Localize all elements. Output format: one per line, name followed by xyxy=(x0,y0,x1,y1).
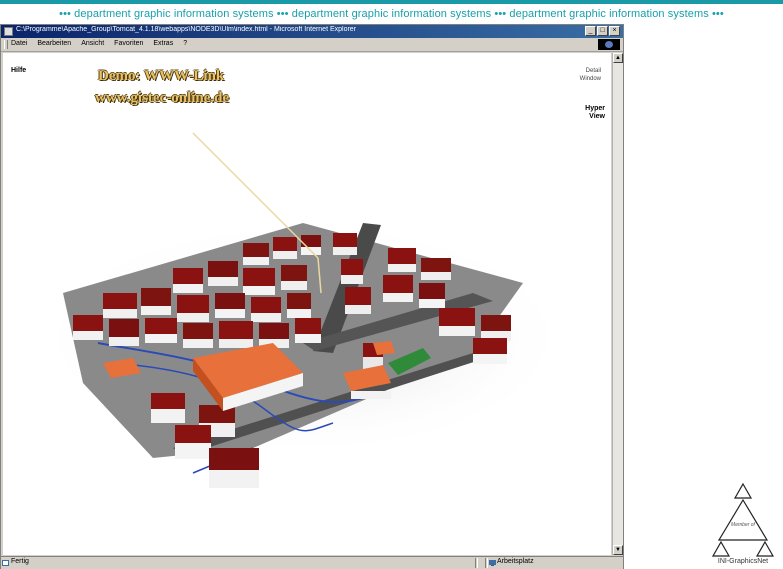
status-text: Fertig xyxy=(11,558,29,565)
hyper-view-link[interactable]: Hyper View xyxy=(585,105,605,121)
menu-item-help[interactable]: ? xyxy=(183,40,187,47)
menu-grip-handle[interactable] xyxy=(4,40,8,49)
status-separator xyxy=(475,558,478,568)
minimize-button[interactable]: _ xyxy=(585,26,596,36)
security-zone-label: Arbeitsplatz xyxy=(497,558,534,565)
scroll-up-arrow-icon[interactable]: ▲ xyxy=(613,53,623,63)
ini-graphicsnet-logo: Member of INI-GraphicsNet xyxy=(703,478,783,565)
status-separator xyxy=(485,558,488,568)
ie-throbber-icon xyxy=(598,39,620,50)
help-link[interactable]: Hilfe xyxy=(11,67,26,74)
menu-bar: Datei Bearbeiten Ansicht Favoriten Extra… xyxy=(1,38,623,52)
vertical-scrollbar[interactable]: ▲ ▼ xyxy=(612,53,623,555)
page-done-icon xyxy=(2,560,9,566)
logo-member-text: Member of xyxy=(731,522,755,528)
detail-window-label-line2: Window xyxy=(579,76,601,82)
triangle-logo-icon xyxy=(711,482,775,557)
menu-item-favoriten[interactable]: Favoriten xyxy=(114,40,143,47)
logo-name-text: INI-GraphicsNet xyxy=(717,558,769,565)
demo-link-title[interactable]: Demo: WWW-Link xyxy=(98,68,224,85)
demo-link-url[interactable]: www.gistec-online.de xyxy=(95,90,229,107)
top-banner: ••• department graphic information syste… xyxy=(0,0,783,22)
scroll-down-arrow-icon[interactable]: ▼ xyxy=(613,545,623,555)
status-bar: Fertig Arbeitsplatz xyxy=(1,556,623,569)
hyper-view-label-line2: View xyxy=(589,113,605,120)
title-bar[interactable]: C:\Programme\Apache_Group\Tomcat_4.1.18\… xyxy=(1,25,623,38)
close-button[interactable]: × xyxy=(609,26,620,36)
page-content: Hilfe Detail Window Hyper View Demo: WWW… xyxy=(3,53,611,555)
banner-top-line xyxy=(0,0,783,4)
browser-window: C:\Programme\Apache_Group\Tomcat_4.1.18\… xyxy=(0,24,624,569)
menu-item-bearbeiten[interactable]: Bearbeiten xyxy=(37,40,71,47)
menu-item-extras[interactable]: Extras xyxy=(153,40,173,47)
city-3d-model[interactable] xyxy=(3,53,611,555)
menu-item-datei[interactable]: Datei xyxy=(11,40,27,47)
hyper-view-label-line1: Hyper xyxy=(585,105,605,112)
computer-zone-icon xyxy=(489,560,496,566)
banner-text: ••• department graphic information syste… xyxy=(59,8,724,20)
window-title: C:\Programme\Apache_Group\Tomcat_4.1.18\… xyxy=(16,26,357,33)
maximize-button[interactable]: □ xyxy=(597,26,608,36)
menu-item-ansicht[interactable]: Ansicht xyxy=(81,40,104,47)
ie-window-icon[interactable] xyxy=(4,27,13,36)
detail-window-label-line1: Detail xyxy=(585,68,601,74)
detail-window-link[interactable]: Detail Window xyxy=(580,67,601,83)
